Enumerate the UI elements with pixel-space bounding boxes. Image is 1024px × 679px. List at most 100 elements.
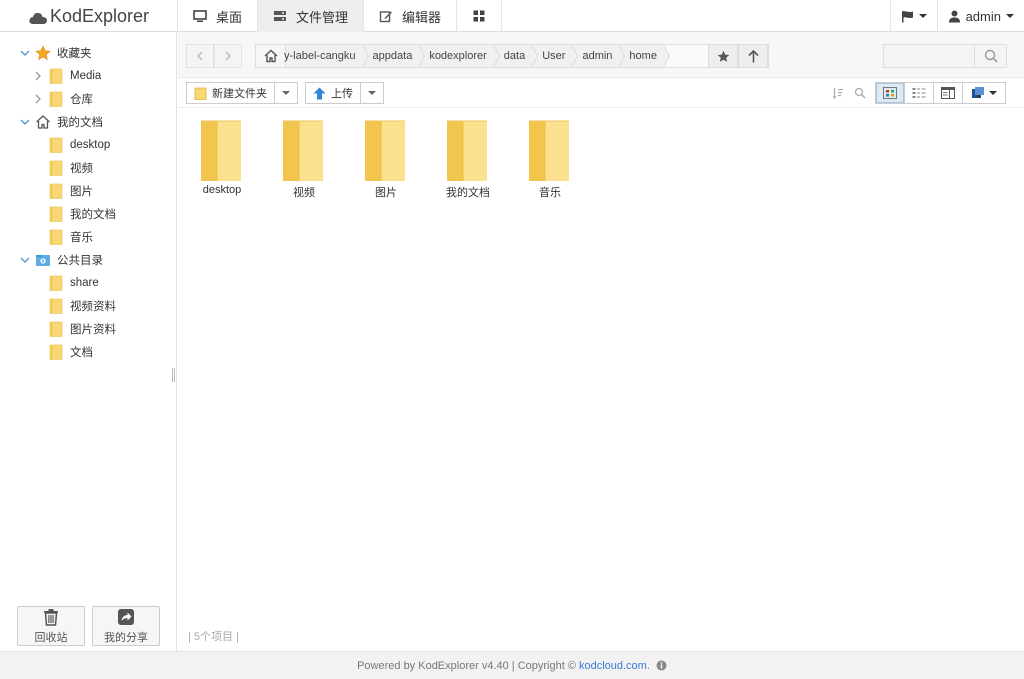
sort-icon — [832, 88, 843, 99]
footer-text: Powered by KodExplorer v4.40 | Copyright… — [357, 659, 576, 672]
theme-switch-button[interactable] — [963, 83, 1005, 103]
search-box — [883, 44, 1007, 68]
info-icon[interactable] — [656, 660, 667, 671]
file-item[interactable]: 图片 — [351, 120, 421, 200]
sidebar-item-label: 视频资料 — [70, 301, 116, 313]
new-folder-label: 新建文件夹 — [212, 88, 267, 100]
breadcrumb-item[interactable]: appdata — [363, 45, 426, 67]
my-share-button[interactable]: 我的分享 — [92, 606, 160, 646]
sidebar-item-label: 我的文档 — [70, 209, 116, 221]
folder-icon — [525, 120, 575, 182]
chevron-down-icon[interactable] — [19, 254, 31, 266]
view-split-button[interactable] — [934, 83, 963, 103]
sidebar-item-label: 仓库 — [70, 94, 93, 106]
edit-icon — [379, 11, 393, 23]
file-name: 音乐 — [539, 187, 561, 199]
nav-desktop[interactable]: 桌面 — [177, 0, 259, 32]
folder-icon — [194, 87, 207, 100]
main-nav: 桌面 文件管理 编辑器 — [177, 0, 503, 32]
chevron-down-icon — [918, 14, 927, 18]
app-logo[interactable]: KodExplorer — [0, 0, 177, 32]
breadcrumb-items: y-label-cangku appdata kodexplorer data User… — [284, 45, 670, 67]
upload-button-group: 上传 — [305, 82, 384, 104]
chevron-down-icon — [282, 91, 290, 95]
top-bar: KodExplorer 桌面 文件管理 编辑器 admin — [0, 0, 1024, 32]
language-menu[interactable] — [889, 0, 937, 32]
chevron-right-icon[interactable] — [32, 93, 44, 105]
kodcloud-link[interactable]: kodcloud.com — [579, 660, 647, 672]
sidebar-item[interactable]: desktop — [48, 134, 110, 156]
parent-folder-button[interactable] — [738, 44, 768, 68]
upload-dropdown[interactable] — [361, 83, 383, 103]
breadcrumb-home[interactable] — [256, 45, 286, 67]
sidebar-resize-handle[interactable] — [172, 368, 175, 382]
search-icon — [984, 49, 998, 63]
file-item[interactable]: 音乐 — [515, 120, 585, 200]
back-button[interactable] — [186, 44, 214, 68]
sidebar-item[interactable]: 文档 — [48, 341, 93, 363]
monitor-icon — [193, 10, 207, 22]
sort-button[interactable] — [831, 86, 845, 100]
sidebar-item-label: share — [70, 277, 99, 289]
search-button[interactable] — [974, 45, 1006, 67]
folder-icon — [48, 206, 64, 222]
zoom-button[interactable] — [853, 86, 867, 100]
user-menu[interactable]: admin — [936, 0, 1024, 32]
forward-button[interactable] — [214, 44, 242, 68]
breadcrumb-item[interactable]: admin — [572, 45, 626, 67]
footer-dot: . — [646, 659, 650, 672]
view-icons-button[interactable] — [876, 83, 905, 103]
upload-label: 上传 — [331, 88, 353, 100]
app-title: KodExplorer — [49, 5, 150, 26]
sidebar-group[interactable]: 公共目录 — [19, 249, 103, 271]
chevron-down-icon[interactable] — [19, 116, 31, 128]
status-bar: | 5个项目 | — [188, 628, 239, 644]
public-folder-icon — [35, 252, 51, 268]
sidebar-item[interactable]: 音乐 — [48, 226, 93, 248]
recycle-bin-button[interactable]: 回收站 — [17, 606, 85, 646]
zoom-icon — [854, 87, 866, 99]
folder-icon — [197, 120, 247, 182]
star-icon — [35, 45, 51, 61]
sidebar-item[interactable]: 我的文档 — [48, 203, 116, 225]
breadcrumb: y-label-cangku appdata kodexplorer data User… — [255, 44, 769, 68]
sidebar-item[interactable]: 图片 — [48, 180, 93, 202]
new-folder-button[interactable]: 新建文件夹 — [187, 83, 275, 103]
sidebar-item[interactable]: 图片资料 — [48, 318, 116, 340]
flag-icon — [901, 10, 913, 22]
top-right-menu: admin — [889, 0, 1024, 32]
sidebar-item[interactable]: 视频 — [48, 157, 93, 179]
upload-button[interactable]: 上传 — [306, 83, 361, 103]
user-name: admin — [965, 8, 1001, 24]
sidebar-group[interactable]: 收藏夹 — [19, 42, 92, 64]
nav-apps[interactable] — [457, 0, 503, 32]
chevron-down-icon[interactable] — [19, 47, 31, 59]
breadcrumb-item[interactable]: kodexplorer — [419, 45, 501, 67]
search-input[interactable] — [884, 45, 974, 67]
nav-editor[interactable]: 编辑器 — [364, 0, 458, 32]
sidebar-item[interactable]: Media — [32, 65, 101, 87]
sidebar-group[interactable]: 我的文档 — [19, 111, 103, 133]
file-item[interactable]: 视频 — [269, 120, 339, 200]
breadcrumb-item[interactable]: home — [619, 45, 670, 67]
file-item[interactable]: desktop — [187, 120, 257, 200]
view-list-button[interactable] — [905, 83, 934, 103]
server-icon — [274, 11, 287, 21]
sidebar-group-label: 公共目录 — [57, 255, 103, 267]
folder-icon — [48, 344, 64, 360]
folder-icon — [48, 68, 64, 84]
sidebar-item[interactable]: share — [48, 272, 99, 294]
new-folder-dropdown[interactable] — [275, 83, 297, 103]
chevron-right-icon — [225, 51, 232, 61]
favorite-button[interactable] — [708, 44, 738, 68]
breadcrumb-item[interactable]: User — [532, 45, 579, 67]
file-item[interactable]: 我的文档 — [433, 120, 503, 200]
breadcrumb-item[interactable]: y-label-cangku — [284, 45, 369, 67]
chevron-down-icon — [1006, 14, 1014, 18]
sidebar-item[interactable]: 仓库 — [32, 88, 93, 110]
sidebar-item[interactable]: 视频资料 — [48, 295, 116, 317]
nav-file-manager[interactable]: 文件管理 — [258, 0, 365, 32]
sidebar-item-label: 文档 — [70, 347, 93, 359]
chevron-right-icon[interactable] — [32, 70, 44, 82]
user-icon — [948, 10, 960, 22]
